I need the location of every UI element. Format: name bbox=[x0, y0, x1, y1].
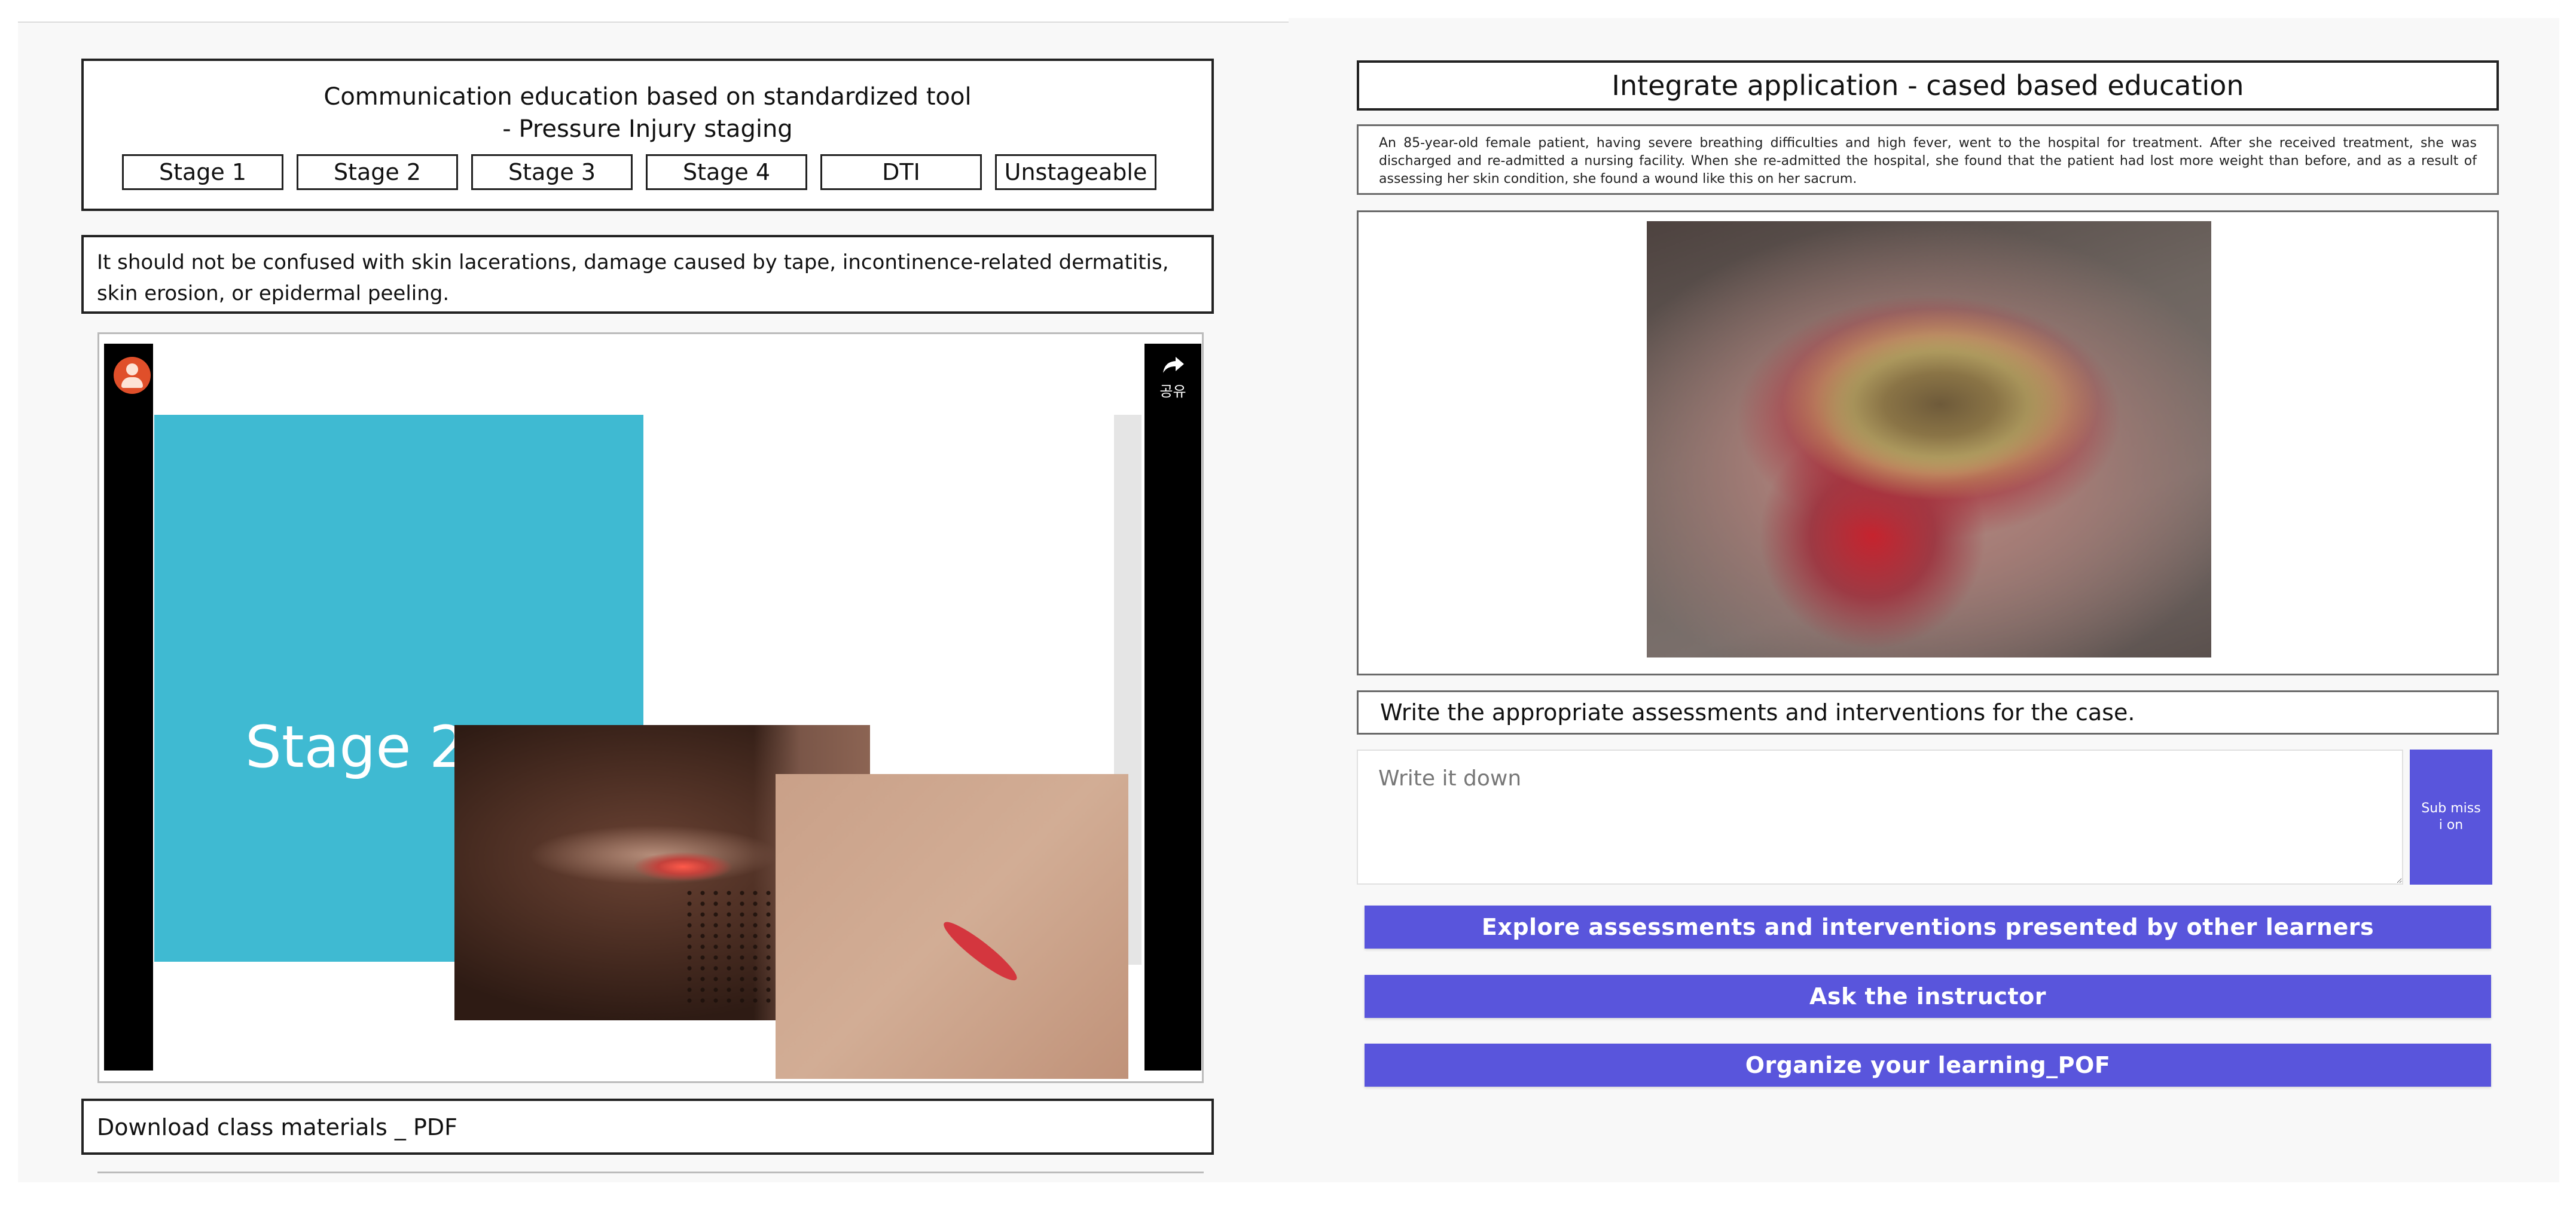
staging-title-line2: - Pressure Injury staging bbox=[502, 115, 793, 143]
share-button[interactable]: 공유 bbox=[1144, 354, 1201, 400]
stage-2-button[interactable]: Stage 2 bbox=[297, 154, 458, 190]
stage-4-button[interactable]: Stage 4 bbox=[646, 154, 807, 190]
download-label: Download class materials _ PDF bbox=[97, 1114, 457, 1140]
instruction-text: Write the appropriate assessments and in… bbox=[1380, 699, 2135, 726]
slide-title: Stage 2 bbox=[245, 714, 466, 781]
case-description-box: An 85-year-old female patient, having se… bbox=[1357, 124, 2499, 195]
explore-others-button[interactable]: Explore assessments and interventions pr… bbox=[1365, 906, 2491, 949]
stage-1-button[interactable]: Stage 1 bbox=[122, 154, 283, 190]
share-label: 공유 bbox=[1159, 383, 1186, 400]
slide-wound-photo-2 bbox=[776, 774, 1128, 1079]
stage-3-button[interactable]: Stage 3 bbox=[471, 154, 633, 190]
staging-title-line1: Communication education based on standar… bbox=[323, 83, 972, 111]
video-left-bar bbox=[104, 344, 153, 1071]
user-avatar-icon[interactable] bbox=[114, 357, 151, 394]
unstageable-button[interactable]: Unstageable bbox=[995, 154, 1156, 190]
video-player[interactable]: 공유 Stage 2 bbox=[97, 332, 1204, 1083]
note-box: It should not be confused with skin lace… bbox=[81, 235, 1214, 314]
case-image-box bbox=[1357, 210, 2499, 675]
dti-button[interactable]: DTI bbox=[820, 154, 982, 190]
staging-box: Communication education based on standar… bbox=[81, 59, 1214, 211]
organize-learning-button[interactable]: Organize your learning_POF bbox=[1365, 1044, 2491, 1087]
sacral-wound-image bbox=[1647, 221, 2211, 657]
case-title-box: Integrate application - cased based educ… bbox=[1357, 60, 2499, 111]
ask-instructor-button[interactable]: Ask the instructor bbox=[1365, 975, 2491, 1018]
note-text: It should not be confused with skin lace… bbox=[97, 250, 1169, 305]
share-arrow-icon bbox=[1162, 357, 1184, 373]
answer-textarea[interactable] bbox=[1357, 750, 2403, 885]
case-title: Integrate application - cased based educ… bbox=[1611, 69, 2244, 102]
next-section-edge bbox=[97, 1172, 1204, 1173]
download-materials-link[interactable]: Download class materials _ PDF bbox=[81, 1099, 1214, 1155]
video-right-bar: 공유 bbox=[1144, 344, 1201, 1071]
top-divider bbox=[18, 22, 1289, 23]
instruction-box: Write the appropriate assessments and in… bbox=[1357, 690, 2499, 735]
case-description: An 85-year-old female patient, having se… bbox=[1379, 136, 2477, 186]
submit-button[interactable]: Sub missi on bbox=[2410, 750, 2492, 885]
